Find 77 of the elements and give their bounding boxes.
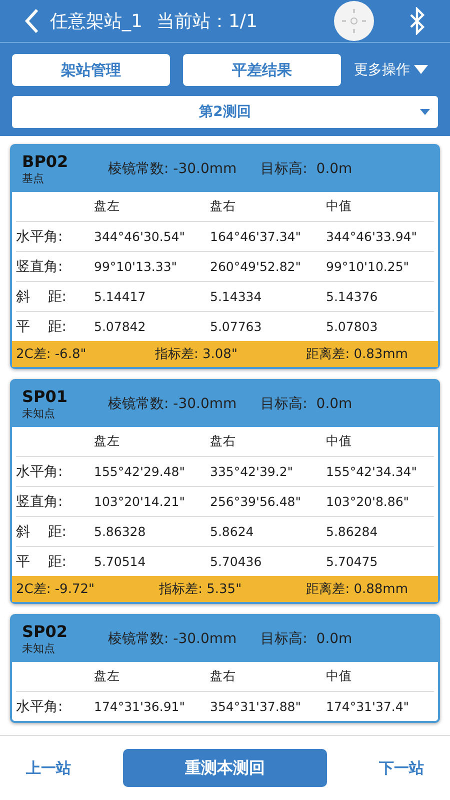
more-actions-button[interactable]: 更多操作 <box>354 61 428 79</box>
row-label: 水平角: <box>16 228 64 246</box>
column-header: 中值 <box>326 198 353 215</box>
point-type: 未知点 <box>22 406 56 421</box>
remeasure-button[interactable]: 重测本测回 <box>123 749 327 787</box>
table-cell-text: 164°46'37.34" <box>210 229 302 244</box>
summary-value: 距离差: 0.88mm <box>306 581 408 598</box>
column-header: 盘左 <box>94 668 121 685</box>
table-cell-text: 344°46'30.54" <box>94 229 186 244</box>
back-icon[interactable] <box>24 8 40 34</box>
window-title: 任意架站_1 <box>50 10 142 33</box>
prism-constant: 棱镜常数: -30.0mm <box>108 630 237 648</box>
summary-value: 距离差: 0.83mm <box>306 346 408 363</box>
column-header: 盘右 <box>210 198 237 215</box>
row-label: 水平角: <box>16 462 64 480</box>
table-cell-text: 5.07763 <box>210 319 263 334</box>
toolbar-button[interactable]: 架站管理 <box>12 54 170 86</box>
table-cell-text: 256°39'56.48" <box>210 494 302 509</box>
table-cell-text: 155°42'29.48" <box>94 464 186 479</box>
table-cell-text: 5.07803 <box>326 319 379 334</box>
target-height: 目标高: 0.0m <box>260 395 352 413</box>
table-cell-text: 5.14376 <box>326 289 379 304</box>
row-label: 水平角: <box>16 698 64 716</box>
device-icon[interactable] <box>334 1 374 41</box>
column-header: 盘左 <box>94 198 121 215</box>
table-cell-text: 5.07842 <box>94 319 147 334</box>
prism-constant: 棱镜常数: -30.0mm <box>108 395 237 413</box>
summary-value: 指标差: 3.08" <box>154 346 238 363</box>
point-type: 未知点 <box>22 641 56 656</box>
toolbar-button[interactable]: 平差结果 <box>183 54 341 86</box>
table-cell-text: 5.70514 <box>94 554 147 569</box>
prism-constant: 棱镜常数: -30.0mm <box>108 160 237 178</box>
table-cell-text: 5.8624 <box>210 524 255 539</box>
column-header: 盘右 <box>210 433 237 450</box>
table-cell-text: 155°42'34.34" <box>326 464 418 479</box>
summary-value: 指标差: 5.35" <box>159 581 242 598</box>
row-label: 斜 距: <box>16 288 68 306</box>
table-cell-text: 335°42'39.2" <box>210 464 294 479</box>
table-cell-text: 5.14334 <box>210 289 263 304</box>
column-header: 盘右 <box>210 668 237 685</box>
bluetooth-icon[interactable] <box>408 7 426 35</box>
table-cell-text: 103°20'8.86" <box>326 494 410 509</box>
column-header: 中值 <box>326 668 353 685</box>
table-cell-text: 99°10'10.25" <box>326 259 410 274</box>
column-header: 中值 <box>326 433 353 450</box>
row-label: 斜 距: <box>16 522 68 540</box>
round-select[interactable]: 第2测回 <box>12 96 438 128</box>
row-label: 竖直角: <box>16 492 64 510</box>
summary-value: 2C差: -6.8" <box>16 346 86 363</box>
table-cell-text: 354°31'37.88" <box>210 699 302 714</box>
column-header: 盘左 <box>94 433 121 450</box>
target-height: 目标高: 0.0m <box>260 160 352 178</box>
station-label: 当前站：1/1 <box>156 10 258 33</box>
caret-icon <box>420 109 430 116</box>
point-name: BP02 <box>22 152 70 171</box>
table-cell-text: 174°31'36.91" <box>94 699 186 714</box>
point-name: SP02 <box>22 622 69 641</box>
table-cell-text: 99°10'13.33" <box>94 259 178 274</box>
table-cell-text: 344°46'33.94" <box>326 229 418 244</box>
table-cell-text: 5.70436 <box>210 554 263 569</box>
previous-station-button[interactable]: 上一站 <box>18 752 79 784</box>
row-label: 竖直角: <box>16 258 64 276</box>
point-type: 基点 <box>22 171 45 186</box>
row-label: 平 距: <box>16 552 68 570</box>
row-label: 平 距: <box>16 318 68 336</box>
target-height: 目标高: 0.0m <box>260 630 352 648</box>
table-cell-text: 5.14417 <box>94 289 147 304</box>
next-station-button[interactable]: 下一站 <box>371 752 432 784</box>
table-cell-text: 5.86284 <box>326 524 379 539</box>
summary-value: 2C差: -9.72" <box>16 581 94 598</box>
table-cell-text: 5.86328 <box>94 524 147 539</box>
table-cell-text: 174°31'37.4" <box>326 699 410 714</box>
point-name: SP01 <box>22 387 69 406</box>
table-cell-text: 103°20'14.21" <box>94 494 186 509</box>
caret-icon <box>414 65 428 75</box>
table-cell-text: 260°49'52.82" <box>210 259 302 274</box>
table-cell-text: 5.70475 <box>326 554 379 569</box>
